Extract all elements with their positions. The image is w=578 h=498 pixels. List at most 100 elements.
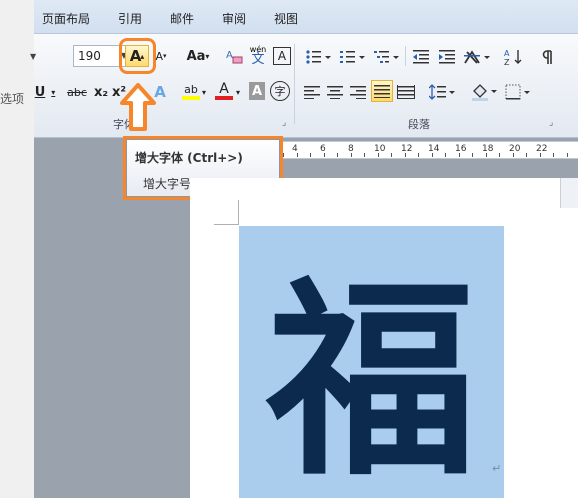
change-case-label: Aa (186, 48, 206, 64)
ruler-tick (512, 153, 514, 157)
underline-button[interactable]: U ▾ (34, 81, 56, 103)
ruler-tick (350, 153, 352, 157)
sort-icon: AZ (504, 49, 522, 66)
ribbon-tabs: 页面布局 引用 邮件 审阅 视图 (34, 0, 578, 34)
tab-references[interactable]: 引用 (118, 10, 142, 27)
multilevel-list-icon (374, 51, 399, 63)
ruler-tick (526, 153, 527, 157)
paragraph-mark: ↵ (492, 462, 502, 475)
tab-page-layout[interactable]: 页面布局 (42, 10, 90, 27)
sort-letter-z: Z (504, 58, 510, 66)
ruler-tick (337, 153, 338, 157)
character-shading-button[interactable]: A (249, 82, 265, 100)
character-border-button[interactable]: A (273, 47, 291, 65)
line-spacing-icon (429, 84, 455, 100)
sort-letter-a: A (504, 49, 510, 58)
ruler-tick (485, 153, 487, 157)
font-color-bar (215, 96, 233, 100)
tab-view[interactable]: 视图 (274, 10, 298, 27)
background-window: 选项 (0, 0, 34, 498)
strikethrough-button[interactable]: abc (64, 81, 90, 103)
sort-button[interactable]: AZ (503, 46, 525, 68)
borders-button[interactable] (504, 81, 532, 103)
font-dialog-launcher-icon[interactable]: ⌟ (282, 118, 286, 128)
ruler-number: 18 (482, 144, 494, 154)
chevron-down-icon: ▾ (51, 87, 56, 97)
distributed-icon (397, 85, 415, 99)
shrink-font-glyph: A (155, 49, 163, 63)
margin-corner-mark (238, 200, 239, 225)
align-left-icon (304, 86, 320, 99)
font-name-dropdown-arrow[interactable]: ▼ (30, 52, 36, 61)
ruler-tick (499, 153, 500, 157)
ruler-tick (377, 153, 379, 157)
multilevel-list-button[interactable] (372, 46, 400, 68)
chevron-down-icon: ▾ (205, 51, 210, 61)
paragraph-shading-button[interactable] (470, 81, 498, 103)
ruler-tick (418, 153, 419, 157)
highlight-color-bar (182, 95, 200, 100)
chevron-down-icon[interactable]: ▾ (233, 81, 243, 103)
ruler-number: 22 (536, 144, 548, 154)
scrollbar[interactable] (560, 178, 578, 208)
ruler-tick (458, 153, 460, 157)
chevron-down-icon[interactable]: ▾ (199, 81, 209, 103)
ruler-tick (445, 153, 446, 157)
paragraph-group-label: 段落 (408, 118, 430, 131)
char-border-glyph: A (277, 49, 287, 63)
paint-bucket-icon (472, 84, 497, 101)
change-case-button[interactable]: Aa ▾ (184, 45, 212, 67)
enclose-characters-button[interactable]: 字 (270, 81, 290, 101)
subscript-button[interactable]: x₂ (91, 81, 111, 103)
highlight-ring (119, 38, 156, 74)
ruler-number: 20 (509, 144, 521, 154)
justify-icon (374, 85, 390, 98)
ruler-tick (364, 153, 365, 157)
clear-format-button[interactable]: A (224, 45, 244, 67)
numbering-icon (340, 51, 365, 63)
up-arrow-icon (120, 83, 156, 131)
ruler-tick (310, 153, 311, 157)
distributed-button[interactable] (396, 81, 416, 103)
chinese-layout-button[interactable] (462, 46, 492, 68)
ruler-tick (296, 153, 298, 157)
phonetic-guide-button[interactable]: wén 文 (247, 44, 269, 66)
align-left-button[interactable] (302, 81, 322, 103)
ruler-tick (553, 153, 554, 157)
shrink-font-button[interactable]: A ▾ (153, 45, 169, 67)
tab-review[interactable]: 审阅 (222, 10, 246, 27)
strikethrough-glyph: abc (67, 85, 87, 99)
increase-indent-button[interactable] (436, 46, 458, 68)
tooltip-title: 增大字体 (Ctrl+>) (135, 151, 243, 165)
line-spacing-button[interactable] (428, 81, 456, 103)
ruler-tick (431, 153, 433, 157)
group-divider (294, 44, 295, 124)
bullets-button[interactable] (304, 46, 332, 68)
pilcrow-icon (542, 50, 552, 64)
fu-image[interactable]: 福 (239, 226, 504, 498)
ruler-tick (323, 153, 325, 157)
underline-glyph: U (34, 84, 46, 100)
decrease-indent-icon (413, 50, 429, 64)
bullets-icon (306, 50, 331, 64)
decrease-indent-button[interactable] (410, 46, 432, 68)
ruler-tick (539, 153, 541, 157)
show-marks-button[interactable] (539, 46, 559, 68)
numbering-button[interactable] (338, 46, 366, 68)
align-right-button[interactable] (348, 81, 368, 103)
increase-indent-icon (439, 50, 455, 64)
divider (405, 46, 406, 66)
ruler-number: 16 (455, 144, 467, 154)
horizontal-ruler[interactable]: 4 6 8 10 12 14 16 18 20 22 (280, 141, 578, 159)
chinese-layout-icon (464, 50, 490, 64)
fu-character: 福 (266, 257, 477, 498)
align-center-button[interactable] (325, 81, 345, 103)
ruler-tick (283, 153, 284, 157)
tab-mailings[interactable]: 邮件 (170, 10, 194, 27)
subscript-glyph: x₂ (93, 84, 109, 100)
highlight-glyph: ab (184, 82, 198, 96)
justify-button[interactable] (371, 80, 393, 102)
font-color-glyph: A (219, 81, 229, 97)
ruler-tick (566, 153, 568, 157)
paragraph-dialog-launcher-icon[interactable]: ⌟ (549, 118, 553, 128)
